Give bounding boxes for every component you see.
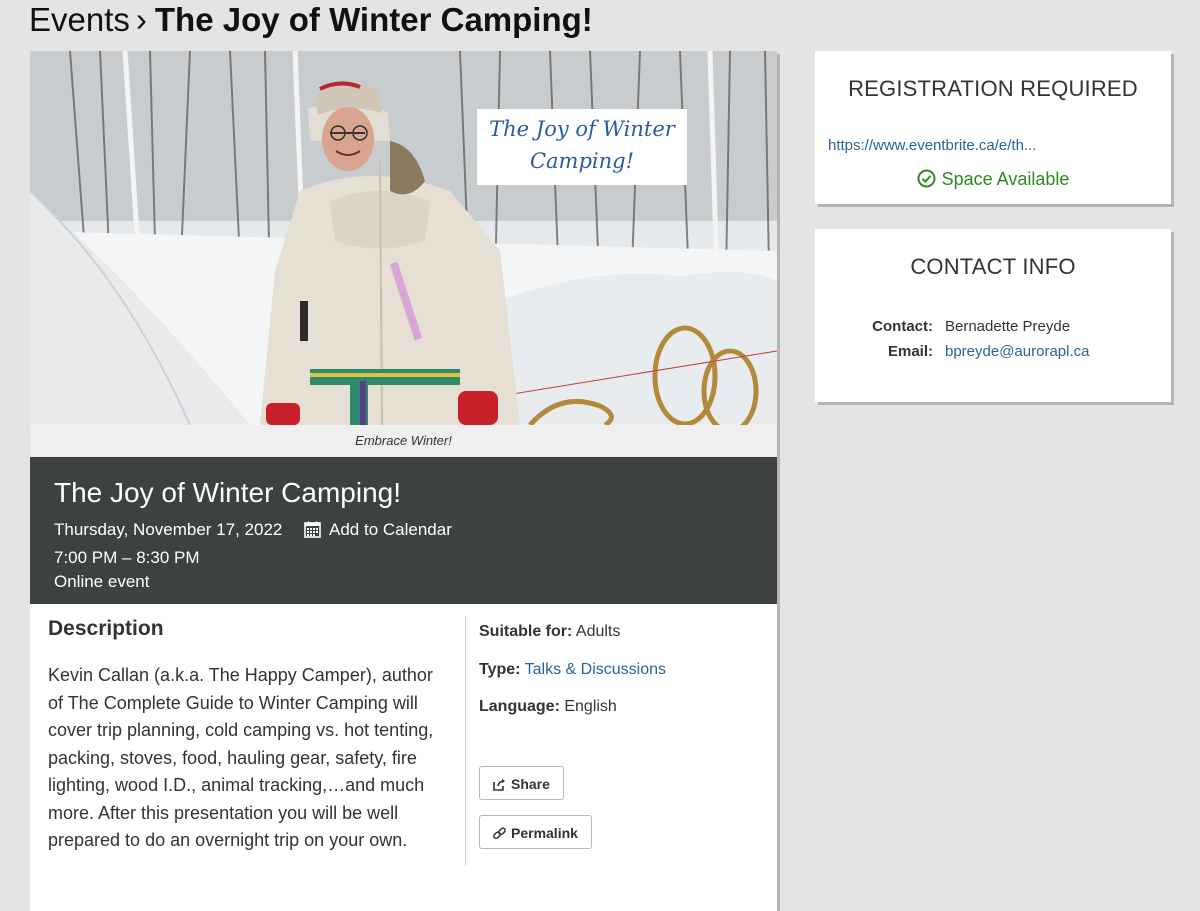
image-caption: Embrace Winter!	[30, 425, 777, 457]
type-row: Type: Talks & Discussions	[479, 659, 666, 681]
event-card: The Joy of Winter Camping! Embrace Winte…	[30, 51, 777, 911]
column-divider	[465, 616, 466, 866]
contact-card: CONTACT INFO Contact: Bernadette Preyde …	[815, 229, 1171, 402]
suitable-for-value: Adults	[575, 623, 621, 640]
add-to-calendar-label: Add to Calendar	[329, 520, 452, 539]
email-link[interactable]: bpreyde@aurorapl.ca	[945, 343, 1089, 360]
breadcrumb: Events › The Joy of Winter Camping!	[29, 0, 593, 40]
hero-overlay-line-1: The Joy of Winter	[489, 117, 675, 141]
share-button[interactable]: Share	[479, 766, 564, 800]
availability-label: Space Available	[941, 169, 1070, 189]
registration-heading: REGISTRATION REQUIRED	[848, 76, 1138, 101]
registration-link[interactable]: https://www.eventbrite.ca/e/th...	[828, 137, 1036, 154]
hero-overlay-line-2: Camping!	[529, 149, 635, 173]
event-time: 7:00 PM – 8:30 PM	[54, 548, 200, 567]
link-icon	[493, 827, 506, 840]
event-header-banner: The Joy of Winter Camping! Thursday, Nov…	[30, 457, 777, 604]
email-label: Email:	[887, 343, 933, 360]
permalink-button[interactable]: Permalink	[479, 815, 592, 849]
type-label: Type:	[479, 661, 521, 678]
suitable-for-label: Suitable for:	[479, 623, 573, 640]
description-body: Kevin Callan (a.k.a. The Happy Camper), …	[48, 665, 434, 850]
share-icon	[493, 778, 505, 791]
calendar-icon	[304, 521, 321, 544]
page-title: The Joy of Winter Camping!	[154, 1, 593, 38]
language-label: Language:	[479, 698, 560, 715]
language-value: English	[564, 698, 617, 715]
add-to-calendar-button[interactable]: Add to Calendar	[304, 519, 452, 544]
availability-status: Space Available	[815, 169, 1171, 190]
contact-heading: CONTACT INFO	[910, 254, 1076, 279]
registration-card: REGISTRATION REQUIRED https://www.eventb…	[815, 51, 1171, 204]
share-label: Share	[511, 776, 550, 792]
suitable-for-row: Suitable for: Adults	[479, 621, 620, 643]
event-date: Thursday, November 17, 2022	[54, 520, 283, 539]
winter-camping-photo	[30, 51, 777, 425]
contact-name: Bernadette Preyde	[945, 318, 1071, 335]
description-heading: Description	[48, 617, 164, 640]
check-circle-icon	[917, 169, 936, 188]
language-row: Language: English	[479, 696, 617, 718]
permalink-label: Permalink	[511, 825, 578, 841]
event-title: The Joy of Winter Camping!	[54, 477, 402, 508]
event-hero-image: The Joy of Winter Camping!	[30, 51, 777, 425]
hero-title-overlay: The Joy of Winter Camping!	[477, 109, 687, 185]
type-link[interactable]: Talks & Discussions	[525, 661, 666, 678]
description-section: Description Kevin Callan (a.k.a. The Hap…	[48, 616, 448, 855]
contact-label: Contact:	[872, 318, 933, 335]
breadcrumb-separator: ›	[135, 1, 147, 38]
breadcrumb-events-link[interactable]: Events	[29, 1, 130, 38]
event-location: Online event	[54, 572, 150, 591]
